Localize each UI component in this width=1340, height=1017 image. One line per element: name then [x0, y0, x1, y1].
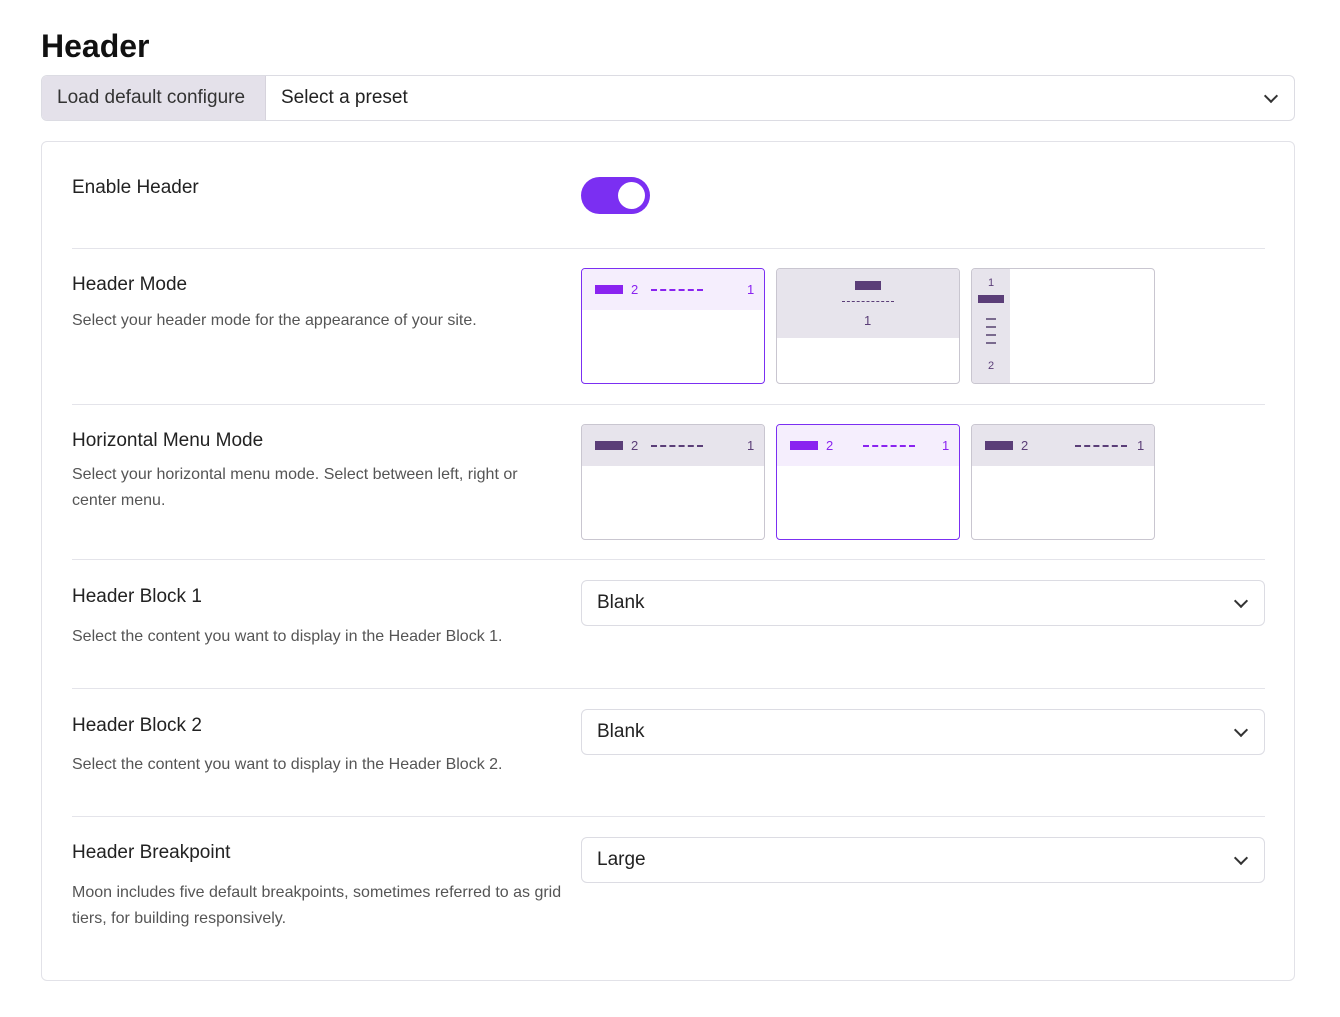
chevron-down-icon — [1233, 593, 1249, 608]
menu-dashes — [842, 301, 894, 302]
menu-dashes — [863, 445, 915, 447]
header-block-1-description: Select the content you want to display i… — [72, 628, 503, 645]
row-header-mode: Header Mode Select your header mode for … — [72, 249, 1265, 405]
menu-dashes — [1075, 445, 1127, 447]
logo-block — [790, 441, 818, 450]
block-number: 2 — [631, 282, 639, 297]
header-mode-option-centered[interactable]: 1 — [776, 268, 960, 384]
logo-block — [978, 295, 1004, 303]
header-breakpoint-select[interactable]: Large — [581, 837, 1265, 883]
menu-mode-label: Horizontal Menu Mode — [72, 430, 264, 451]
menu-dash — [986, 342, 996, 344]
row-menu-mode: Horizontal Menu Mode Select your horizon… — [72, 405, 1265, 560]
page-title: Header — [41, 28, 150, 64]
select-value: Blank — [597, 721, 645, 742]
menu-mode-option-center[interactable]: 2 1 — [776, 424, 960, 540]
menu-mode-options: 2 1 2 1 2 1 — [581, 424, 1155, 540]
chevron-down-icon — [1233, 722, 1249, 737]
header-block-2-description: Select the content you want to display i… — [72, 756, 503, 773]
preset-select[interactable]: Select a preset — [266, 76, 1294, 120]
block-number: 1 — [942, 438, 950, 453]
enable-header-label: Enable Header — [72, 177, 199, 198]
block-number: 2 — [631, 438, 639, 453]
menu-dashes — [651, 289, 703, 291]
header-block-2-label: Header Block 2 — [72, 715, 202, 736]
preset-select-value: Select a preset — [281, 87, 408, 108]
block-number: 2 — [826, 438, 834, 453]
select-value: Large — [597, 849, 646, 870]
preset-bar: Load default configure Select a preset — [41, 75, 1295, 121]
menu-dash — [986, 326, 996, 328]
enable-header-toggle[interactable] — [581, 177, 650, 214]
row-enable-header: Enable Header — [72, 142, 1265, 249]
logo-block — [985, 441, 1013, 450]
chevron-down-icon — [1233, 850, 1249, 865]
menu-mode-option-left[interactable]: 2 1 — [581, 424, 765, 540]
logo-block — [595, 285, 623, 294]
logo-block — [855, 281, 881, 290]
block-number: 2 — [1021, 438, 1029, 453]
menu-dash — [986, 318, 996, 320]
block-number: 2 — [988, 360, 995, 372]
header-block-2-select[interactable]: Blank — [581, 709, 1265, 755]
block-number: 1 — [988, 277, 995, 289]
menu-dash — [986, 334, 996, 336]
menu-mode-option-right[interactable]: 2 1 — [971, 424, 1155, 540]
header-mode-label: Header Mode — [72, 274, 188, 295]
menu-dashes — [651, 445, 703, 447]
block-number: 1 — [747, 282, 755, 297]
header-mode-description: Select your header mode for the appearan… — [72, 312, 477, 329]
header-breakpoint-description: Moon includes five default breakpoints, … — [72, 884, 562, 927]
row-header-breakpoint: Header Breakpoint Moon includes five def… — [72, 817, 1265, 981]
row-header-block-2: Header Block 2 Select the content you wa… — [72, 689, 1265, 817]
toggle-knob — [618, 182, 645, 209]
header-block-1-select[interactable]: Blank — [581, 580, 1265, 626]
row-header-block-1: Header Block 1 Select the content you wa… — [72, 560, 1265, 689]
load-default-button[interactable]: Load default configure — [42, 76, 266, 120]
block-number: 1 — [1137, 438, 1145, 453]
header-block-1-label: Header Block 1 — [72, 586, 202, 607]
header-mode-option-horizontal[interactable]: 2 1 — [581, 268, 765, 384]
select-value: Blank — [597, 592, 645, 613]
block-number: 1 — [864, 313, 872, 328]
chevron-down-icon — [1263, 88, 1279, 103]
block-number: 1 — [747, 438, 755, 453]
header-mode-options: 2 1 1 1 2 — [581, 268, 1155, 384]
menu-mode-description: Select your horizontal menu mode. Select… — [72, 466, 518, 509]
header-breakpoint-label: Header Breakpoint — [72, 842, 231, 863]
header-mode-option-vertical[interactable]: 1 2 — [971, 268, 1155, 384]
logo-block — [595, 441, 623, 450]
settings-card: Enable Header Header Mode Select your he… — [41, 141, 1295, 981]
